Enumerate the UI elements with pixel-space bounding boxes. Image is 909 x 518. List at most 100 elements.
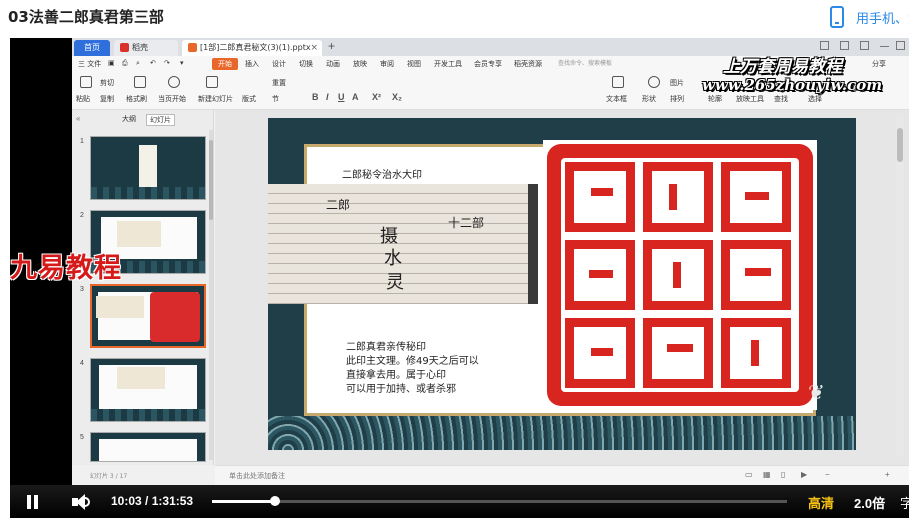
menu-review[interactable]: 审阅 [380,59,394,69]
tab-document[interactable]: [1部]二郎真君秘文(3)(1).pptx × [182,40,322,56]
slide-body-line[interactable]: 此印主文理。修49天之后可以 [346,352,479,367]
seal-image[interactable] [543,140,817,410]
menu-file[interactable]: 三 文件 [78,59,101,69]
menu-view[interactable]: 视图 [407,59,421,69]
customize-arrow-icon[interactable]: ▾ [180,59,184,67]
slide-heading[interactable]: 二郎秘令治水大印 [342,166,422,181]
pause-icon[interactable] [26,495,40,509]
select-button[interactable]: 选择 [808,94,822,104]
tab-store[interactable]: 稻壳 [114,40,178,56]
thumbnail-scrollbar[interactable] [209,130,213,460]
layout-button[interactable]: 版式 [242,94,256,104]
shape-icon[interactable] [648,76,660,88]
share-button[interactable]: 分享 [872,59,886,69]
textbox-button[interactable]: 文本框 [606,94,627,104]
textbox-icon[interactable] [612,76,624,88]
window-layout-icon[interactable] [820,41,829,50]
thumb-scroll [139,145,157,189]
underline-icon[interactable]: U [338,92,345,102]
command-search-input[interactable]: 查找命令、搜索模板 [558,58,678,70]
bold-icon[interactable]: B [312,92,319,102]
picture-button[interactable]: 图片 [670,78,684,88]
menu-insert[interactable]: 插入 [245,59,259,69]
reset-button[interactable]: 重置 [272,78,286,88]
progress-bar[interactable] [212,496,787,506]
shape-button[interactable]: 形状 [642,94,656,104]
new-tab-icon[interactable]: + [328,39,335,53]
pptx-file-icon [188,43,197,52]
paste-icon[interactable] [80,76,92,88]
menu-start[interactable]: 开始 [212,58,238,70]
page-header: 03法善二郎真君第三部 用手机、免 [0,0,909,36]
avatar-icon[interactable] [860,41,869,50]
close-tab-icon[interactable]: × [310,40,318,56]
handwritten-note-photo[interactable]: 二郎 十二部 摄 水 灵 [268,184,538,304]
copy-button[interactable]: 复制 [100,94,114,104]
menu-resources[interactable]: 稻壳资源 [514,59,542,69]
collapse-panel-icon[interactable]: « [76,114,80,123]
quality-button[interactable]: 高清 [808,493,834,512]
paste-button[interactable]: 粘贴 [76,94,90,104]
tab-home[interactable]: 首页 [74,40,110,56]
speed-button[interactable]: 2.0倍 [854,493,885,512]
slide-body-line[interactable]: 二郎真君亲传秘印 [346,338,426,353]
new-slide-icon[interactable] [206,76,218,88]
find-button[interactable]: 查找 [774,94,788,104]
superscript-icon[interactable]: X² [372,92,381,102]
subscript-icon[interactable]: X₂ [392,92,402,102]
section-button[interactable]: 节 [272,94,279,104]
slide-thumbnail-1[interactable] [90,136,206,200]
progress-handle[interactable] [269,496,280,506]
normal-view-icon[interactable]: ▭ [745,470,753,479]
slide-body-line[interactable]: 直接拿去用。属于心印 [346,366,446,381]
thumbnail-scrollbar-thumb[interactable] [209,140,213,220]
canvas-scrollbar[interactable] [896,116,904,456]
italic-icon[interactable]: I [326,92,329,102]
tab-store-label: 稻壳 [132,43,148,52]
menu-member[interactable]: 会员专享 [474,59,502,69]
slide-thumbnail-5[interactable] [90,432,206,462]
cut-button[interactable]: 剪切 [100,78,114,88]
reading-view-icon[interactable]: ▯ [781,470,785,479]
slide-thumbnail-4[interactable] [90,358,206,422]
arrange-button[interactable]: 排列 [670,94,684,104]
slide-thumbnail-3[interactable] [90,284,206,348]
volume-icon[interactable] [72,494,92,510]
slide-sorter-icon[interactable]: ▦ [763,470,771,479]
menu-transition[interactable]: 切换 [299,59,313,69]
format-painter-icon[interactable] [134,76,146,88]
menu-design[interactable]: 设计 [272,59,286,69]
menu-slideshow[interactable]: 放映 [353,59,367,69]
undo-icon[interactable]: ↶ [150,59,156,67]
play-tools-button[interactable]: 放映工具 [736,94,764,104]
tab-slides[interactable]: 幻灯片 [146,114,175,126]
play-from-current-icon[interactable] [168,76,180,88]
current-slide[interactable]: 二郎秘令治水大印 二郎 十二部 摄 水 灵 二郎真君亲传秘印 此印主文理。修49… [268,118,856,450]
mobile-watch-link[interactable]: 用手机、免 [856,8,909,27]
zoom-out-icon[interactable]: − [825,470,830,479]
canvas-scrollbar-thumb[interactable] [897,128,903,162]
video-player[interactable]: 首页 稻壳 [1部]二郎真君秘文(3)(1).pptx × + 三 文件 ▣ ⎙ … [10,38,909,518]
apps-grid-icon[interactable] [840,41,849,50]
font-color-icon[interactable]: A [352,92,359,102]
zoom-in-icon[interactable]: + [885,470,890,479]
menu-animation[interactable]: 动画 [326,59,340,69]
restore-icon[interactable] [896,41,905,50]
format-painter-button[interactable]: 格式刷 [126,94,147,104]
minimize-icon[interactable] [880,41,889,47]
mobile-phone-icon[interactable] [830,6,844,28]
notes-pane[interactable]: 单击此处添加备注 ▭ ▦ ▯ ▶ − + [215,465,909,485]
print-icon[interactable]: ⎙ [122,59,128,68]
new-slide-button[interactable]: 新建幻灯片 [198,94,233,104]
menu-developer[interactable]: 开发工具 [434,59,462,69]
notes-placeholder[interactable]: 单击此处添加备注 [229,471,285,481]
tab-outline[interactable]: 大纲 [122,114,136,124]
from-current-button[interactable]: 当页开始 [158,94,186,104]
print-preview-icon[interactable]: ⌕ [136,59,140,68]
subtitle-button[interactable]: 字 [900,493,909,512]
outline-button[interactable]: 轮廓 [708,94,722,104]
slide-body-line[interactable]: 可以用于加持、或者杀邪 [346,380,456,395]
redo-icon[interactable]: ↷ [164,59,170,67]
save-icon[interactable]: ▣ [108,59,115,67]
slideshow-play-icon[interactable]: ▶ [801,470,807,479]
